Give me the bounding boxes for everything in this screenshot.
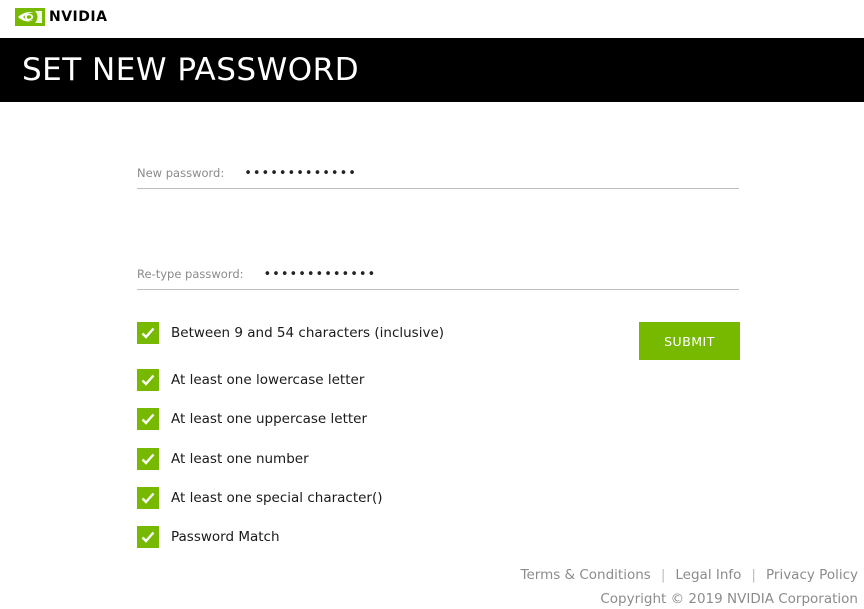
nvidia-logo[interactable]: NVIDIA (15, 8, 107, 26)
requirement-label: At least one uppercase letter (171, 411, 368, 428)
requirement-label: Password Match (171, 529, 280, 546)
requirement-length: Between 9 and 54 characters (inclusive) (137, 321, 444, 345)
page-title: SET NEW PASSWORD (22, 52, 360, 88)
footer-links: Terms & Conditions | Legal Info | Privac… (521, 567, 859, 583)
check-icon (137, 322, 159, 344)
page: NVIDIA SET NEW PASSWORD New password: ••… (0, 0, 864, 609)
check-icon (137, 486, 159, 509)
requirement-number: At least one number (137, 439, 444, 478)
nvidia-eye-icon (15, 8, 45, 26)
footer-separator: | (751, 567, 756, 583)
page-header: SET NEW PASSWORD (0, 38, 864, 102)
requirement-label: At least one lowercase letter (171, 371, 365, 388)
new-password-label: New password: (137, 166, 225, 180)
requirement-uppercase: At least one uppercase letter (137, 400, 444, 439)
legal-info-link[interactable]: Legal Info (675, 567, 741, 583)
footer-separator: | (660, 567, 666, 583)
logo-text: NVIDIA (49, 9, 108, 25)
check-icon (137, 368, 159, 391)
check-icon (137, 526, 159, 549)
terms-link[interactable]: Terms & Conditions (521, 567, 651, 583)
requirement-lowercase: At least one lowercase letter (137, 360, 444, 399)
retype-password-field: Re-type password: ••••••••••••• (137, 259, 739, 290)
password-requirements-list: Between 9 and 54 characters (inclusive) … (137, 321, 444, 557)
requirement-label: Between 9 and 54 characters (inclusive) (171, 325, 445, 341)
check-icon (137, 447, 159, 470)
check-icon (137, 408, 159, 431)
requirement-label: At least one special character() (171, 489, 383, 506)
retype-password-label: Re-type password: (137, 267, 244, 281)
copyright-text: Copyright © 2019 NVIDIA Corporation (600, 591, 858, 607)
retype-password-input[interactable]: ••••••••••••• (264, 267, 524, 282)
new-password-field: New password: ••••••••••••• (137, 158, 739, 189)
requirement-special-character: At least one special character() (137, 478, 444, 517)
submit-button[interactable]: SUBMIT (639, 322, 740, 360)
requirement-password-match: Password Match (137, 517, 444, 556)
new-password-input[interactable]: ••••••••••••• (244, 166, 504, 181)
privacy-policy-link[interactable]: Privacy Policy (766, 567, 858, 583)
requirement-label: At least one number (171, 450, 309, 467)
